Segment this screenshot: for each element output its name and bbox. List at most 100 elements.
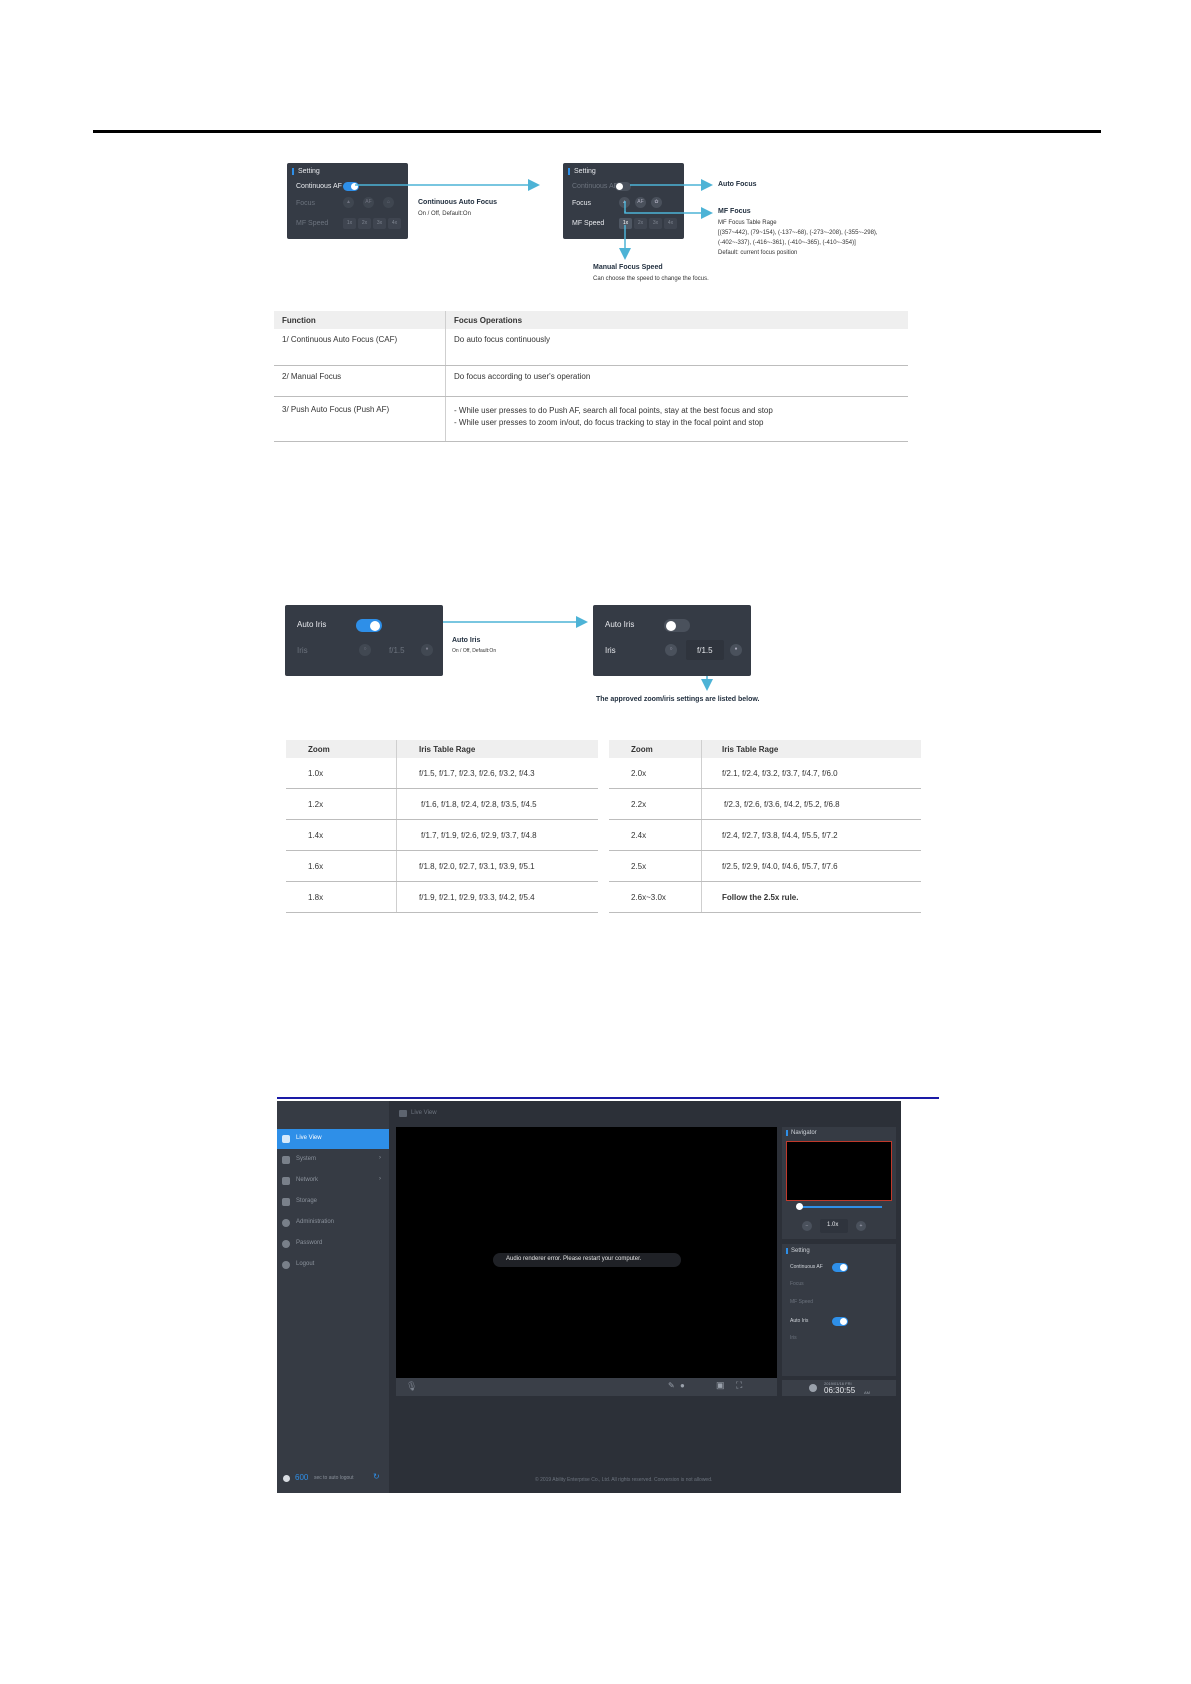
storage-icon: [282, 1198, 290, 1206]
auto-focus-annotation: Auto Focus: [718, 181, 757, 188]
sidebar-item-live-view[interactable]: Live View: [277, 1129, 389, 1149]
setting-label: Setting: [786, 1248, 810, 1254]
mf-focus-default: Default: current focus position: [718, 250, 798, 256]
fullscreen-icon[interactable]: ⛶: [736, 1380, 742, 1391]
table-header: Function: [274, 311, 446, 329]
iris-cell: f/2.5, f/2.9, f/4.0, f/4.6, f/5.7, f/7.6: [701, 850, 921, 882]
logout-timer-value: 600: [295, 1473, 309, 1482]
zoom-cell: 2.4x: [609, 819, 702, 851]
zoom-cell: 2.6x~3.0x: [609, 881, 702, 913]
footer-copyright: © 2019 Ability Enterprise Co., Ltd. All …: [535, 1477, 713, 1483]
mf-speed-label: MF Speed: [790, 1299, 814, 1305]
navigator-preview[interactable]: [786, 1141, 892, 1201]
iris-label: Iris: [297, 646, 308, 655]
auto-iris-label: Auto Iris: [297, 620, 327, 629]
record-dot-icon[interactable]: ●: [680, 1381, 685, 1390]
iris-close-icon[interactable]: ●: [730, 644, 742, 656]
caf-annotation-sub: On / Off, Default:On: [418, 211, 471, 217]
logout-icon: [282, 1261, 290, 1269]
clock-panel: 2019/01/16 FRI 06:30:55 AM: [782, 1380, 896, 1396]
microphone-icon[interactable]: 🎙: [406, 1381, 417, 1392]
table-row: 1.6x f/1.8, f/2.0, f/2.7, f/3.1, f/3.9, f…: [286, 850, 598, 882]
iris-close-icon[interactable]: ●: [421, 644, 433, 656]
snapshot-icon[interactable]: ▣: [716, 1380, 725, 1391]
zoom-out-icon[interactable]: −: [802, 1221, 812, 1231]
operation-line: - While user presses to do Push AF, sear…: [454, 406, 773, 415]
mf-focus-annotation-title: MF Focus: [718, 208, 751, 215]
auto-iris-toggle[interactable]: [832, 1317, 848, 1326]
table-row: 1.8x f/1.9, f/2.1, f/2.9, f/3.3, f/4.2, f…: [286, 881, 598, 913]
table-header: Iris Table Rage: [701, 740, 921, 758]
audio-error-message: Audio renderer error. Please restart you…: [506, 1256, 642, 1262]
sidebar-item-password[interactable]: Password: [277, 1234, 389, 1254]
function-cell: 2/ Manual Focus: [274, 365, 446, 397]
continuous-af-toggle[interactable]: [832, 1263, 848, 1272]
zoom-value: 1.0x: [827, 1222, 839, 1228]
video-toolbar: 🎙 ✎ ● ▣ ⛶: [396, 1378, 777, 1396]
refresh-icon[interactable]: ↻: [373, 1472, 380, 1481]
pin-icon[interactable]: ✎: [668, 1381, 675, 1390]
sidebar-item-network[interactable]: Network ›: [277, 1171, 389, 1191]
sidebar-item-administration[interactable]: Administration: [277, 1213, 389, 1233]
clock-time: 06:30:55: [824, 1386, 856, 1395]
operation-cell: - While user presses to do Push AF, sear…: [445, 396, 908, 442]
zoom-cell: 1.6x: [286, 850, 397, 882]
table-row: 2.0x f/2.1, f/2.4, f/3.2, f/3.7, f/4.7, f…: [609, 758, 921, 789]
table-row: 1.2x f/1.6, f/1.8, f/2.4, f/2.8, f/3.5, f…: [286, 788, 598, 820]
table-header: Zoom: [286, 740, 397, 758]
table-row: 2.5x f/2.5, f/2.9, f/4.0, f/4.6, f/5.7, f…: [609, 850, 921, 882]
zoom-cell: 1.4x: [286, 819, 397, 851]
auto-iris-toggle[interactable]: [664, 619, 690, 632]
zoom-in-icon[interactable]: +: [856, 1221, 866, 1231]
auto-iris-label: Auto Iris: [605, 620, 635, 629]
sidebar-item-logout[interactable]: Logout: [277, 1255, 389, 1275]
table-row: 1.0x f/1.5, f/1.7, f/2.3, f/2.6, f/3.2, f…: [286, 758, 598, 789]
iris-cell: f/2.3, f/2.6, f/3.6, f/4.2, f/5.2, f/6.8: [701, 788, 921, 820]
camera-icon: [282, 1135, 290, 1143]
table-row: 3/ Push Auto Focus (Push AF) - While use…: [274, 396, 908, 442]
sidebar-item-system[interactable]: System ›: [277, 1150, 389, 1170]
iris-panel-right: Auto Iris Iris ○ f/1.5 ●: [593, 605, 751, 676]
setting-panel: Setting Continuous AF Focus MF Speed Aut…: [782, 1244, 896, 1376]
caf-annotation-title: Continuous Auto Focus: [418, 199, 498, 206]
table-row: 2.4x f/2.4, f/2.7, f/3.8, f/4.4, f/5.5, f…: [609, 819, 921, 851]
auto-iris-annotation-sub: On / Off, Default:On: [452, 648, 497, 654]
focus-label: Focus: [790, 1281, 804, 1287]
table-header: Iris Table Rage: [396, 740, 598, 758]
table-row: 2.6x~3.0x Follow the 2.5x rule.: [609, 881, 921, 913]
function-cell: 3/ Push Auto Focus (Push AF): [274, 396, 446, 442]
sidebar-item-storage[interactable]: Storage: [277, 1192, 389, 1212]
zoom-slider[interactable]: [798, 1206, 882, 1208]
mf-focus-table-label: MF Focus Table Rage: [718, 220, 777, 226]
camera-icon: [399, 1110, 407, 1117]
auto-iris-label: Auto Iris: [790, 1318, 809, 1324]
iris-open-icon[interactable]: ○: [665, 644, 677, 656]
table-row: 2.2x f/2.3, f/2.6, f/3.6, f/4.2, f/5.2, f…: [609, 788, 921, 820]
zoom-cell: 2.2x: [609, 788, 702, 820]
operation-cell: Do focus according to user's operation: [445, 365, 908, 397]
clock-icon: [809, 1384, 817, 1392]
zoom-cell: 1.0x: [286, 758, 397, 789]
timer-icon: [283, 1475, 290, 1482]
navigator-panel: Navigator − 1.0x +: [782, 1127, 896, 1239]
zoom-slider-handle[interactable]: [796, 1203, 803, 1210]
iris-value: f/1.5: [697, 646, 713, 655]
iris-cell: f/1.8, f/2.0, f/2.7, f/3.1, f/3.9, f/5.1: [396, 850, 598, 882]
iris-value: f/1.5: [389, 646, 405, 655]
auto-iris-toggle[interactable]: [356, 619, 382, 632]
sidebar: Live View System › Network › Storage Admin…: [277, 1101, 389, 1493]
user-icon: [282, 1240, 290, 1248]
operation-cell: Do auto focus continuously: [445, 329, 908, 366]
iris-table-left: Zoom Iris Table Rage 1.0x f/1.5, f/1.7, f…: [286, 740, 598, 913]
zoom-cell: 1.2x: [286, 788, 397, 820]
iris-cell: f/1.6, f/1.8, f/2.4, f/2.8, f/3.5, f/4.5: [396, 788, 598, 820]
mf-speed-annotation-sub: Can choose the speed to change the focus…: [593, 276, 709, 282]
iris-cell: f/2.1, f/2.4, f/3.2, f/3.7, f/4.7, f/6.0: [701, 758, 921, 789]
function-cell: 1/ Continuous Auto Focus (CAF): [274, 329, 446, 366]
table-row: 2/ Manual Focus Do focus according to us…: [274, 365, 908, 397]
iris-open-icon[interactable]: ○: [359, 644, 371, 656]
iris-cell: f/1.7, f/1.9, f/2.6, f/2.9, f/3.7, f/4.8: [396, 819, 598, 851]
video-viewport[interactable]: Audio renderer error. Please restart you…: [396, 1127, 777, 1378]
zoom-cell: 1.8x: [286, 881, 397, 913]
clock-ampm: AM: [864, 1390, 870, 1395]
